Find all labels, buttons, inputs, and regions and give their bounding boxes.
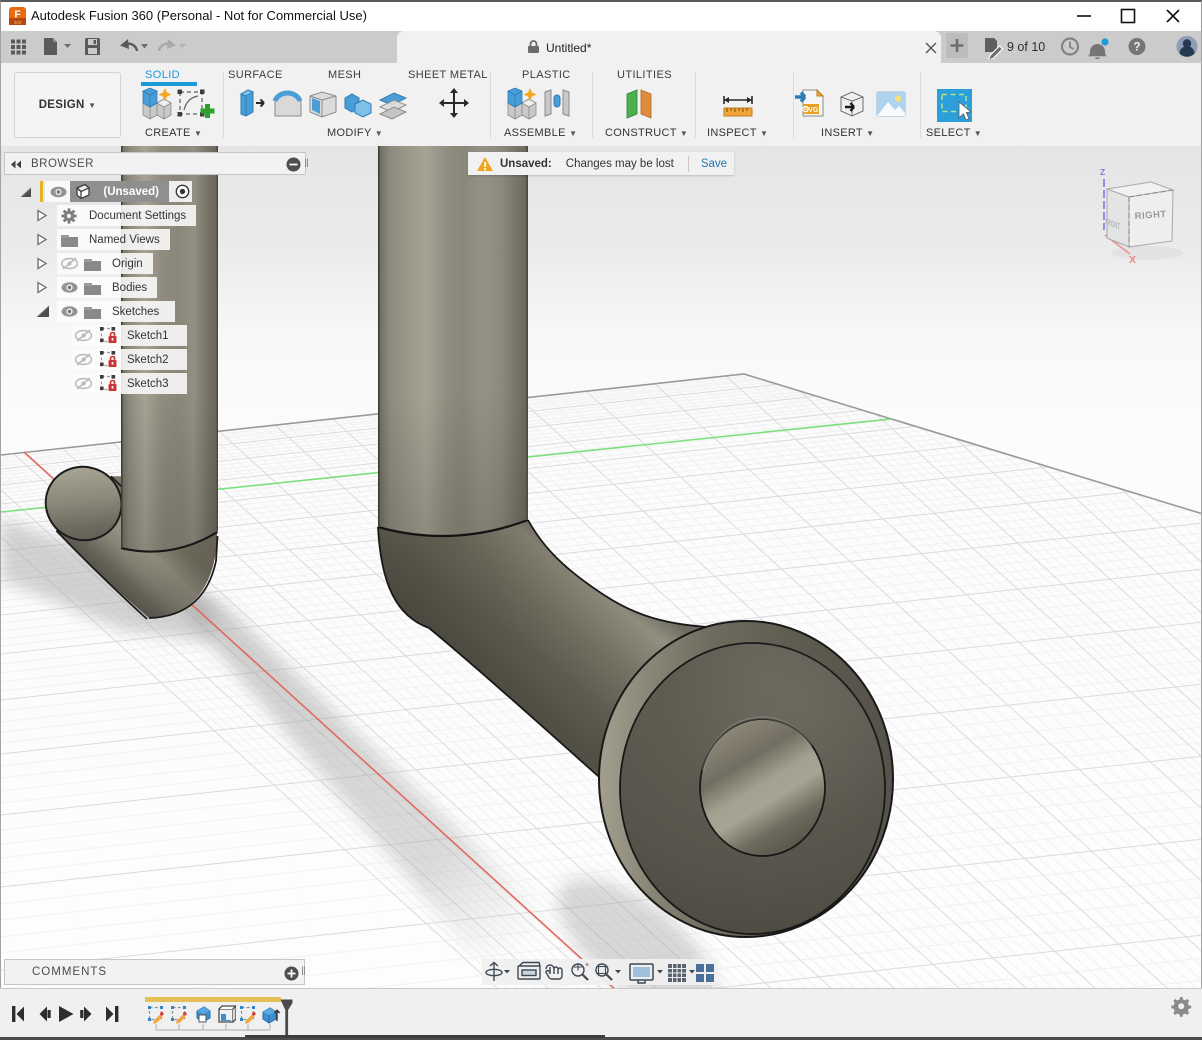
svg-text:?: ? — [1133, 42, 1140, 54]
svg-text:+: + — [585, 962, 589, 969]
svg-text:RIGHT: RIGHT — [1134, 209, 1167, 222]
svg-text:X: X — [1129, 254, 1136, 266]
svg-text:F: F — [14, 10, 20, 21]
svg-text:360: 360 — [14, 20, 22, 25]
svg-text:Z: Z — [1100, 167, 1105, 177]
svg-text:SVG: SVG — [804, 107, 819, 114]
